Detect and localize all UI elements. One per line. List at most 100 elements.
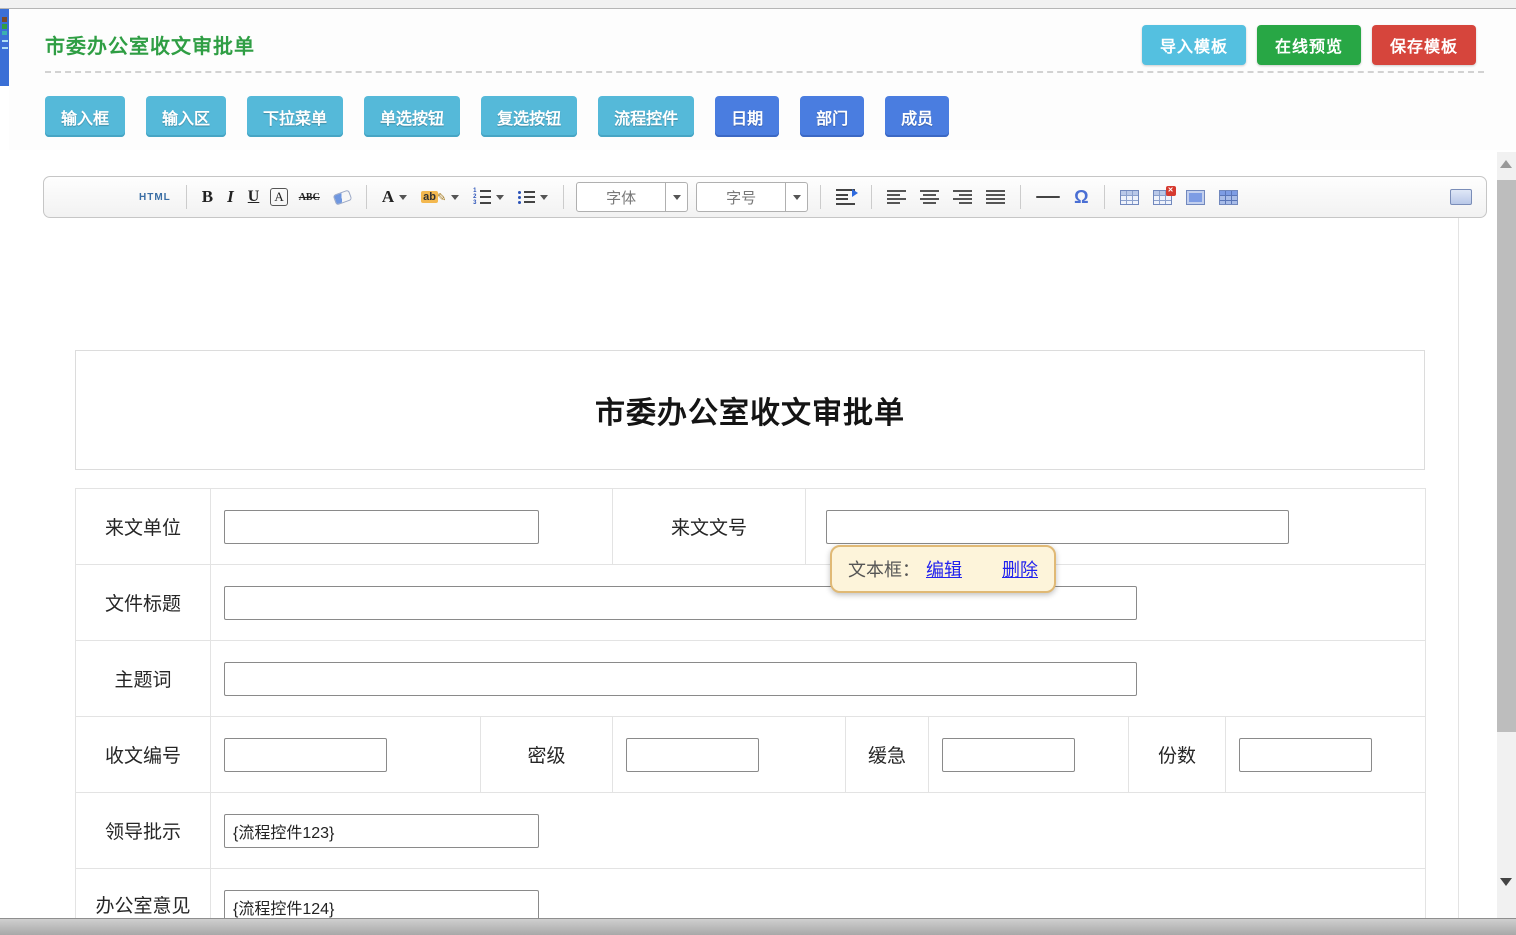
document-title: 市委办公室收文审批单 (595, 388, 905, 432)
urgency-input[interactable] (942, 738, 1075, 772)
sliver-glyph (2, 24, 7, 29)
scrollbar-thumb[interactable] (1497, 180, 1516, 732)
leader-instructions-input[interactable] (224, 814, 539, 848)
bullet-list-button[interactable] (515, 189, 551, 206)
widget-member-button[interactable]: 成员 (885, 96, 949, 137)
align-right-button[interactable] (950, 188, 975, 207)
highlight-color-button[interactable]: ab ✎ (418, 189, 462, 206)
widget-textarea-button[interactable]: 输入区 (146, 96, 226, 137)
pencil-icon: ✎ (437, 191, 446, 204)
subject-words-input[interactable] (224, 662, 1137, 696)
align-left-icon (887, 190, 906, 205)
editor-canvas[interactable]: 市委办公室收文审批单 来文单位 来文文号 文件标题 主题词 (43, 218, 1459, 918)
cell-properties-button[interactable] (1216, 188, 1241, 207)
toolbar-separator (366, 185, 367, 209)
font-family-value: 字体 (577, 187, 665, 208)
font-size-select[interactable]: 字号 (696, 182, 808, 212)
widget-department-button[interactable]: 部门 (800, 96, 864, 137)
document-title-box: 市委办公室收文审批单 (75, 350, 1425, 470)
textbox-context-tooltip: 文本框： 编辑 删除 (830, 545, 1056, 593)
copies-input[interactable] (1239, 738, 1372, 772)
office-opinion-input[interactable] (224, 890, 539, 919)
strikethrough-button[interactable]: ABC (296, 190, 323, 205)
incoming-unit-input[interactable] (224, 510, 539, 544)
eraser-icon (332, 189, 352, 205)
cell-receipt-number (211, 717, 481, 793)
toolbar-separator (563, 185, 564, 209)
sliver-glyph (2, 40, 8, 42)
widget-button-row: 输入框 输入区 下拉菜单 单选按钮 复选按钮 流程控件 日期 部门 成员 (45, 96, 949, 137)
italic-button[interactable]: I (224, 185, 237, 209)
align-justify-button[interactable] (983, 188, 1008, 207)
special-char-button[interactable]: Ω (1071, 185, 1091, 210)
sliver-glyph (2, 31, 7, 35)
table-row: 来文单位 来文文号 (76, 489, 1426, 565)
cell-urgency (929, 717, 1129, 793)
table-properties-icon (1186, 190, 1205, 205)
toolbar-separator (1020, 185, 1021, 209)
vertical-scrollbar[interactable] (1497, 152, 1516, 918)
chevron-down-icon (793, 195, 801, 200)
label-document-number: 来文文号 (613, 489, 806, 565)
combo-arrow[interactable] (785, 183, 807, 211)
sliver-glyph (2, 17, 7, 22)
edit-link[interactable]: 编辑 (926, 556, 962, 582)
align-justify-icon (986, 190, 1005, 205)
font-family-select[interactable]: 字体 (576, 182, 688, 212)
label-copies: 份数 (1129, 717, 1226, 793)
widget-radio-button[interactable]: 单选按钮 (364, 96, 460, 137)
indent-button[interactable] (833, 187, 859, 207)
widget-checkbox-button[interactable]: 复选按钮 (481, 96, 577, 137)
import-template-button[interactable]: 导入模板 (1142, 25, 1246, 65)
chevron-down-icon (540, 195, 548, 200)
scroll-down-arrow[interactable] (1500, 878, 1512, 886)
label-subject-words: 主题词 (76, 641, 211, 717)
autoformat-button[interactable]: A (270, 188, 287, 206)
widget-input-box-button[interactable]: 输入框 (45, 96, 125, 137)
chevron-down-icon (451, 195, 459, 200)
widget-dropdown-button[interactable]: 下拉菜单 (247, 96, 343, 137)
document-number-input[interactable] (826, 510, 1289, 544)
underline-button[interactable]: U (245, 186, 263, 208)
align-center-icon (920, 190, 939, 205)
source-code-button[interactable]: HTML (136, 190, 174, 205)
highlight-icon: ab (421, 191, 438, 203)
label-document-title: 文件标题 (76, 565, 211, 641)
label-incoming-unit: 来文单位 (76, 489, 211, 565)
insert-table-button[interactable] (1117, 188, 1142, 207)
font-size-value: 字号 (697, 187, 785, 208)
dashed-divider (45, 71, 1484, 73)
remove-format-button[interactable] (331, 190, 354, 205)
scroll-up-arrow[interactable] (1500, 160, 1512, 168)
table-properties-button[interactable] (1183, 188, 1208, 207)
combo-arrow[interactable] (665, 183, 687, 211)
fullscreen-button[interactable] (1450, 189, 1472, 205)
align-left-button[interactable] (884, 188, 909, 207)
save-template-button[interactable]: 保存模板 (1372, 25, 1476, 65)
cell-document-title (211, 565, 1426, 641)
cell-leader-instructions (211, 793, 1426, 869)
cell-security-level (613, 717, 846, 793)
label-office-opinion: 办公室意见 (76, 869, 211, 919)
horizontal-rule-button[interactable] (1033, 194, 1063, 200)
receipt-number-input[interactable] (224, 738, 387, 772)
page-title: 市委办公室收文审批单 (45, 30, 255, 59)
delete-link[interactable]: 删除 (1002, 556, 1038, 582)
widget-date-button[interactable]: 日期 (715, 96, 779, 137)
online-preview-button[interactable]: 在线预览 (1257, 25, 1361, 65)
chevron-down-icon (496, 195, 504, 200)
cell-incoming-unit (211, 489, 613, 565)
align-center-button[interactable] (917, 188, 942, 207)
window-top-edge (0, 0, 1516, 9)
font-color-button[interactable]: A (379, 185, 410, 209)
toolbar-separator (871, 185, 872, 209)
security-level-input[interactable] (626, 738, 759, 772)
tooltip-label: 文本框： (848, 556, 920, 582)
horizontal-rule-icon (1036, 196, 1060, 198)
delete-table-button[interactable] (1150, 188, 1175, 207)
ordered-list-button[interactable]: 1 2 3 (470, 187, 507, 207)
widget-flow-control-button[interactable]: 流程控件 (598, 96, 694, 137)
label-leader-instructions: 领导批示 (76, 793, 211, 869)
table-row: 领导批示 (76, 793, 1426, 869)
bold-button[interactable]: B (199, 185, 216, 209)
